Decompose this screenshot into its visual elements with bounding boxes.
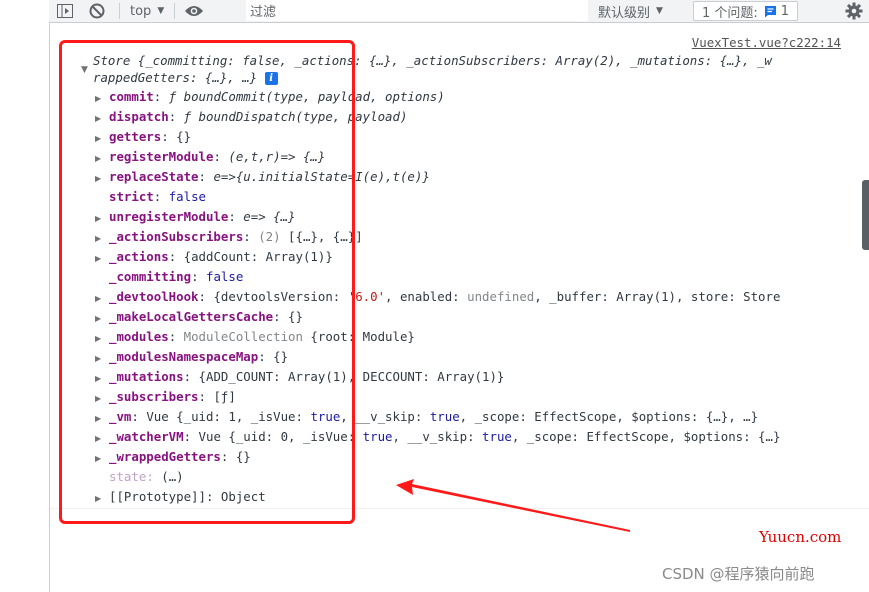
annotation-arrow xyxy=(396,479,630,532)
watermark-site: Yuucn.com xyxy=(759,528,842,546)
watermark-author: CSDN @程序猿向前跑 xyxy=(662,565,815,583)
arrow-shape xyxy=(396,479,630,532)
